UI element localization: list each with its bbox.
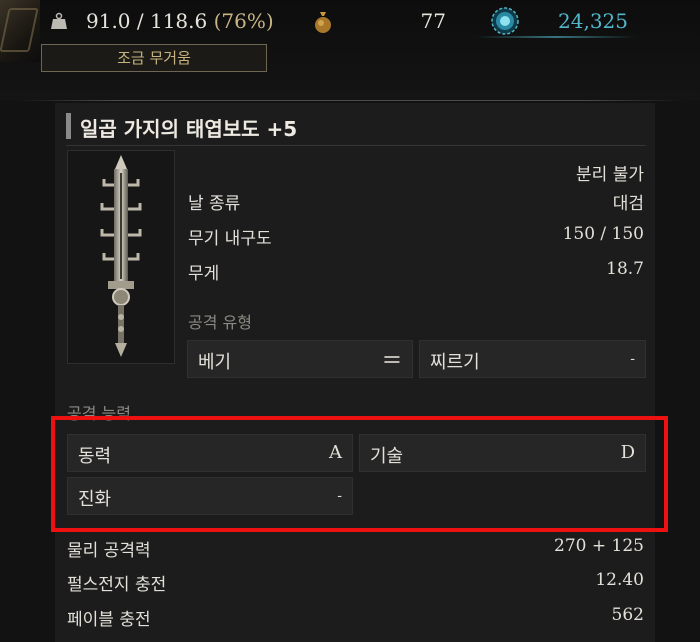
title-accent-bar	[66, 113, 71, 139]
scaling-advance-grade: -	[337, 488, 342, 504]
attack-type-thrust-value: -	[630, 351, 635, 367]
stat-value-weight: 18.7	[606, 259, 644, 279]
greatsword-icon	[100, 155, 142, 357]
scaling-motivity-grade: A	[329, 442, 342, 463]
weight-icon	[51, 12, 67, 29]
soul-orb-icon	[491, 7, 519, 35]
scaling-heading: 공격 능력	[67, 404, 131, 423]
attack-type-thrust: 찌르기 -	[419, 340, 646, 378]
attack-type-slash-value: =	[381, 345, 402, 373]
scaling-motivity-label: 동력	[78, 446, 112, 467]
soul-count: 24,325	[558, 9, 628, 33]
load-status-badge: 조금 무거움	[41, 44, 267, 72]
scaling-motivity: 동력 A	[67, 434, 353, 472]
soul-underline	[476, 36, 636, 38]
scaling-advance: 진화 -	[67, 477, 353, 515]
stat-label-fable-charge: 페이블 충전	[67, 610, 151, 630]
stat-label-blade-type: 날 종류	[188, 194, 241, 214]
stat-label-pulse-cell: 펄스전지 충전	[67, 575, 167, 595]
attack-type-slash-label: 베기	[198, 352, 232, 373]
weight-percent: (76%)	[213, 9, 274, 33]
stat-label-weight: 무게	[188, 264, 220, 284]
scaling-technique: 기술 D	[359, 434, 646, 472]
coin-pouch-icon	[315, 12, 331, 33]
stat-value-physical-attack: 270 + 125	[554, 536, 644, 556]
coin-count: 77	[420, 9, 446, 33]
weight-value: 91.0 / 118.6	[86, 9, 208, 33]
detach-status: 분리 불가	[576, 165, 644, 185]
attack-type-slash: 베기 =	[187, 340, 413, 378]
stat-value-fable-charge: 562	[611, 605, 644, 625]
item-title: 일곱 가지의 태엽보도 +5	[80, 117, 298, 141]
weight-readout: 91.0 / 118.6 (76%)	[86, 9, 274, 33]
corner-ornament	[0, 0, 40, 62]
scaling-technique-grade: D	[620, 442, 635, 463]
stat-value-durability: 150 / 150	[562, 224, 644, 244]
scaling-advance-label: 진화	[78, 489, 112, 510]
stat-value-pulse-cell: 12.40	[595, 570, 644, 590]
scaling-technique-label: 기술	[370, 446, 404, 467]
attack-type-heading: 공격 유형	[188, 313, 252, 332]
top-divider	[15, 100, 685, 101]
stat-value-blade-type: 대검	[612, 194, 644, 214]
title-divider	[66, 145, 646, 146]
stat-label-physical-attack: 물리 공격력	[67, 541, 151, 561]
stat-label-durability: 무기 내구도	[188, 229, 272, 249]
weapon-image-frame	[67, 150, 175, 364]
attack-type-thrust-label: 찌르기	[430, 352, 480, 373]
